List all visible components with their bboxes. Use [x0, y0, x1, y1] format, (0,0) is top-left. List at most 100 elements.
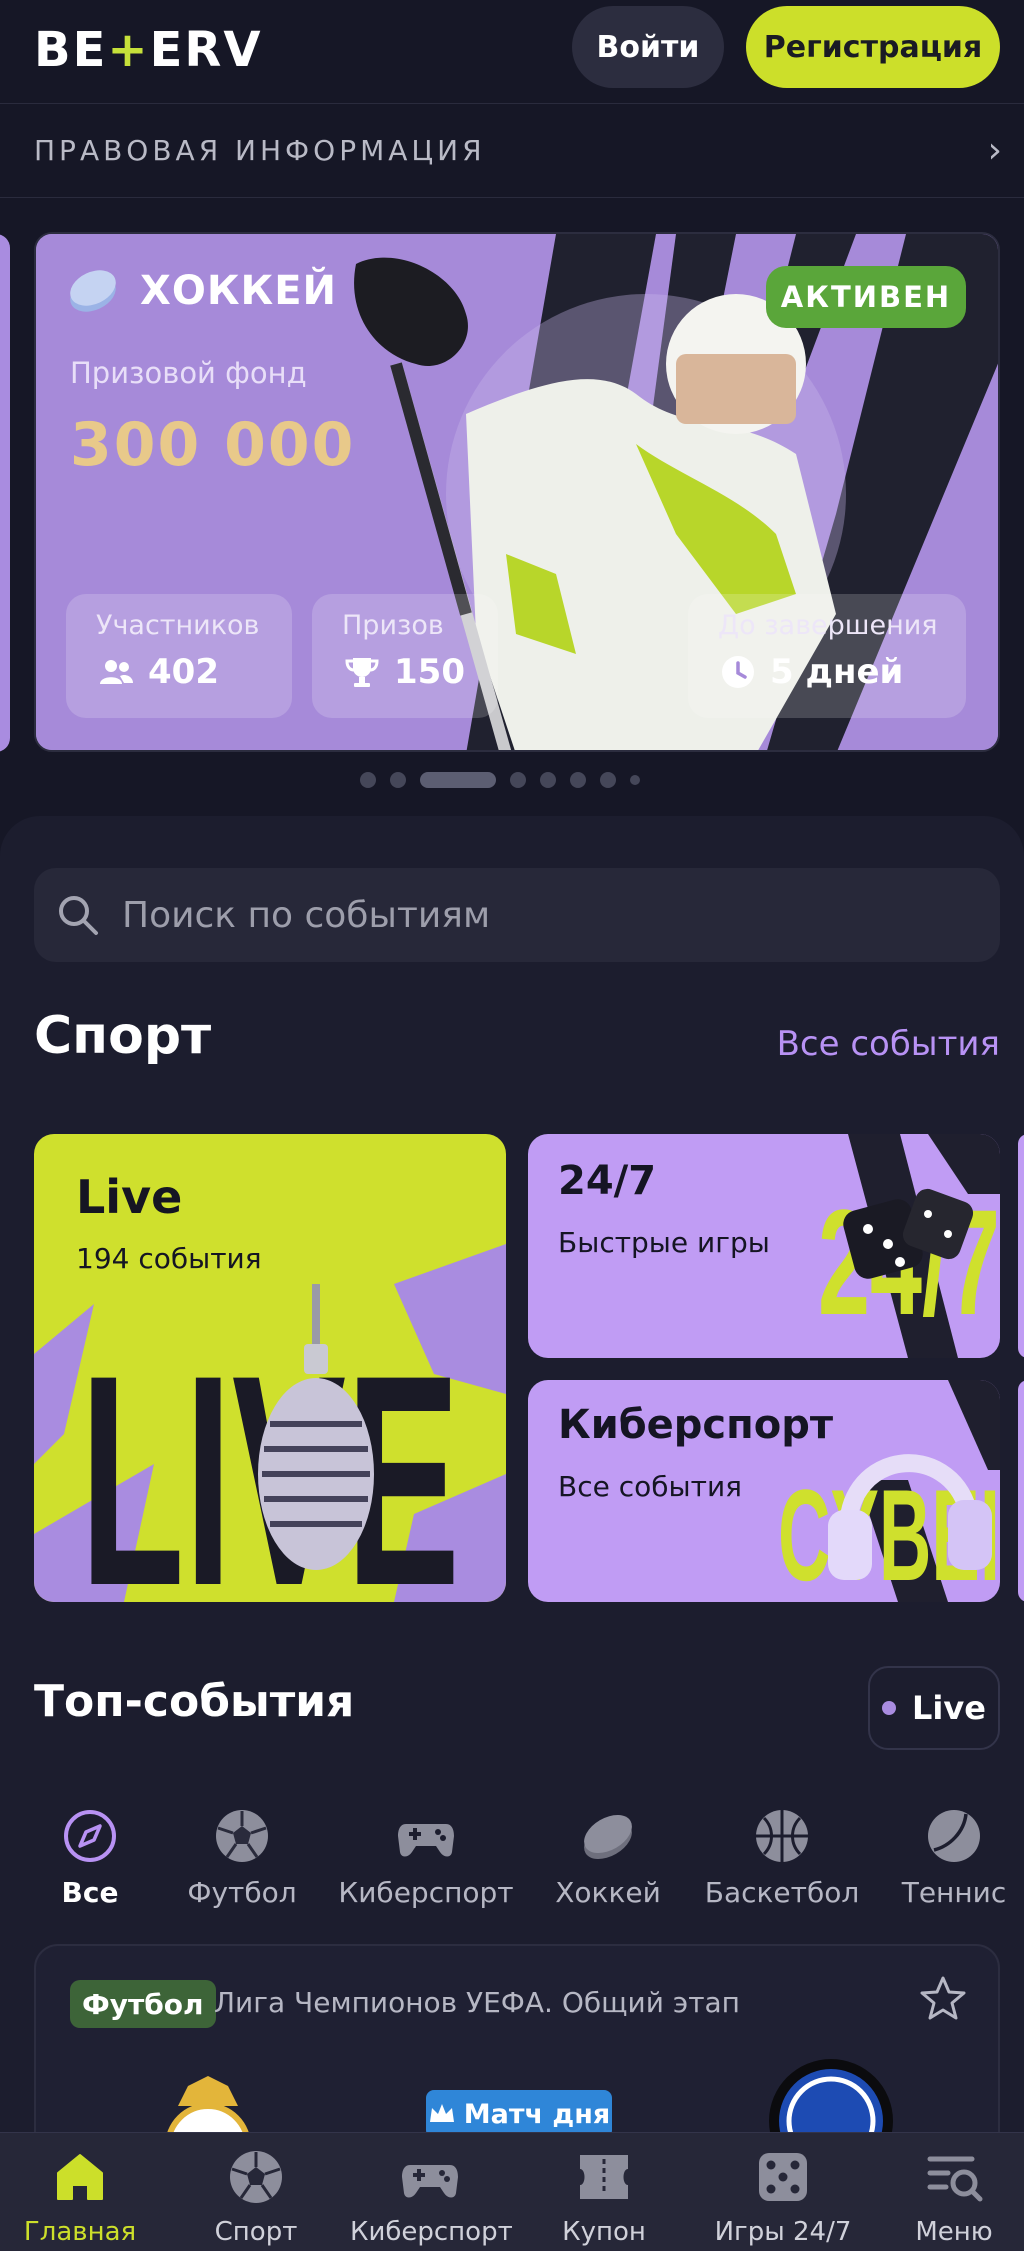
legal-info-label: ПРАВОВАЯ ИНФОРМАЦИЯ — [34, 134, 486, 167]
search-icon — [59, 896, 98, 935]
live-filter-chip[interactable]: Live — [868, 1666, 1000, 1750]
menu-search-icon — [927, 2156, 983, 2202]
time-left-stat: До завершения 5 дней — [688, 594, 966, 718]
bottom-navigation: Главная Спорт Киберспорт Купон Игры 24/7… — [0, 2132, 1024, 2251]
esports-card[interactable]: CYBEI Киберспорт Все события — [528, 1380, 1000, 1602]
betserv-logo[interactable]: BE + ERV — [34, 18, 263, 82]
live-dot-icon — [882, 1701, 897, 1715]
top-header: BE + ERV Войти Регистрация — [0, 0, 1024, 104]
hockey-puck-icon — [70, 270, 116, 312]
nav-coupon-label: Купон — [562, 2217, 646, 2247]
carousel-dot[interactable] — [600, 772, 616, 788]
live-filter-label: Live — [912, 1689, 986, 1727]
carousel-pagination — [0, 770, 1024, 790]
prizes-value: 150 — [394, 652, 465, 692]
quick-games-card[interactable]: 24/7 24/7 Быстрые игры — [528, 1134, 1000, 1358]
soccer-ball-icon — [216, 1810, 268, 1862]
tournament-sport-name: ХОККЕЙ — [140, 268, 338, 314]
tab-tennis-label: Теннис — [901, 1876, 1007, 1909]
dice-icon — [759, 2153, 807, 2201]
nav-menu-label: Меню — [915, 2217, 993, 2247]
tab-basketball[interactable]: Баскетбол — [692, 1806, 872, 1909]
star-icon[interactable] — [918, 1974, 968, 2024]
tab-esports[interactable]: Киберспорт — [336, 1806, 516, 1909]
tab-hockey[interactable]: Хоккей — [518, 1806, 698, 1909]
nav-home[interactable]: Главная — [20, 2147, 140, 2247]
home-icon — [57, 2154, 103, 2200]
page: BE + ERV Войти Регистрация ПРАВОВАЯ ИНФОРМ… — [0, 0, 1024, 2251]
live-card-subtitle: 194 события — [76, 1242, 262, 1275]
tournament-banner[interactable]: ХОККЕЙ Призовой фонд 300 000 АКТИВЕН Уча… — [34, 232, 1000, 752]
gamepad-icon — [398, 1824, 454, 1857]
sport-category-tabs: Все Футбол Киберспорт Хоккей Баскетбол Т… — [0, 1806, 1024, 1936]
nav-sport[interactable]: Спорт — [196, 2147, 316, 2247]
quick-games-subtitle: Быстрые игры — [558, 1226, 770, 1259]
nav-sport-label: Спорт — [214, 2217, 298, 2247]
search-placeholder: Поиск по событиям — [122, 894, 491, 936]
trophy-icon — [345, 658, 379, 687]
top-events-title: Топ-события — [34, 1676, 355, 1727]
hockey-puck-icon — [584, 1815, 632, 1859]
tab-football[interactable]: Футбол — [152, 1806, 332, 1909]
chevron-right-icon: › — [987, 130, 1002, 171]
nav-esports[interactable]: Киберспорт — [350, 2147, 513, 2247]
nav-menu[interactable]: Меню — [902, 2147, 1006, 2247]
carousel-dot[interactable] — [570, 772, 586, 788]
tournament-sport: ХОККЕЙ — [66, 264, 337, 318]
nav-games-label: Игры 24/7 — [714, 2217, 852, 2247]
all-events-link[interactable]: Все события — [777, 1024, 1000, 1064]
sport-section-title: Спорт — [34, 1006, 212, 1066]
compass-icon — [64, 1810, 116, 1862]
participants-value: 402 — [148, 652, 219, 692]
logo-text-left: BE — [34, 22, 108, 78]
prize-fund-label: Призовой фонд — [70, 356, 307, 390]
quick-games-title: 24/7 — [558, 1158, 657, 1204]
nav-esports-label: Киберспорт — [350, 2217, 513, 2247]
tab-football-label: Футбол — [187, 1876, 297, 1909]
live-card-title: Live — [76, 1170, 183, 1224]
prizes-label: Призов — [342, 610, 444, 641]
nav-games[interactable]: Игры 24/7 — [708, 2147, 858, 2247]
tab-tennis[interactable]: Теннис — [864, 1806, 1024, 1909]
time-left-value: 5 дней — [770, 652, 904, 692]
basketball-icon — [756, 1810, 808, 1862]
logo-text-right: ERV — [149, 22, 263, 78]
search-input[interactable]: Поиск по событиям — [34, 868, 1000, 962]
crown-icon — [429, 2104, 454, 2122]
users-icon — [100, 660, 133, 684]
clock-icon — [722, 656, 754, 688]
status-badge: АКТИВЕН — [766, 266, 966, 328]
prizes-value-row: 150 — [342, 652, 465, 692]
prize-fund-value: 300 000 — [70, 410, 356, 480]
match-league: Лига Чемпионов УЕФА. Общий этап — [214, 1986, 740, 2019]
live-card[interactable]: LIVE Live 194 события — [34, 1134, 506, 1602]
participants-value-row: 402 — [96, 652, 219, 692]
carousel-dot-active[interactable] — [420, 772, 496, 788]
previous-slide-edge[interactable] — [0, 234, 10, 752]
tournament-carousel[interactable]: ХОККЕЙ Призовой фонд 300 000 АКТИВЕН Уча… — [0, 198, 1024, 808]
prizes-stat: Призов 150 — [312, 594, 498, 718]
next-card-edge[interactable] — [1018, 1380, 1024, 1602]
carousel-dot[interactable] — [510, 772, 526, 788]
tennis-ball-icon — [928, 1810, 980, 1862]
match-sport-badge: Футбол — [70, 1980, 216, 2028]
carousel-dot[interactable] — [360, 772, 376, 788]
login-button[interactable]: Войти — [572, 6, 724, 88]
carousel-dot[interactable] — [630, 775, 640, 785]
esports-card-title: Киберспорт — [558, 1402, 834, 1448]
carousel-dot[interactable] — [540, 772, 556, 788]
next-card-edge[interactable] — [1018, 1134, 1024, 1358]
gamepad-icon — [402, 2165, 458, 2198]
match-of-day-label: Матч дня — [463, 2098, 611, 2130]
carousel-dot[interactable] — [390, 772, 406, 788]
time-left-label: До завершения — [718, 610, 938, 641]
legal-info-row[interactable]: ПРАВОВАЯ ИНФОРМАЦИЯ › — [0, 104, 1024, 198]
logo-plus: + — [107, 22, 150, 78]
match-of-day-badge: Матч дня — [426, 2090, 612, 2138]
main-content: Поиск по событиям Спорт Все события LIVE — [0, 816, 1024, 2204]
participants-label: Участников — [96, 610, 260, 641]
register-button[interactable]: Регистрация — [746, 6, 1000, 88]
coupon-icon — [580, 2155, 628, 2199]
soccer-ball-icon — [230, 2151, 282, 2203]
nav-coupon[interactable]: Купон — [544, 2147, 664, 2247]
